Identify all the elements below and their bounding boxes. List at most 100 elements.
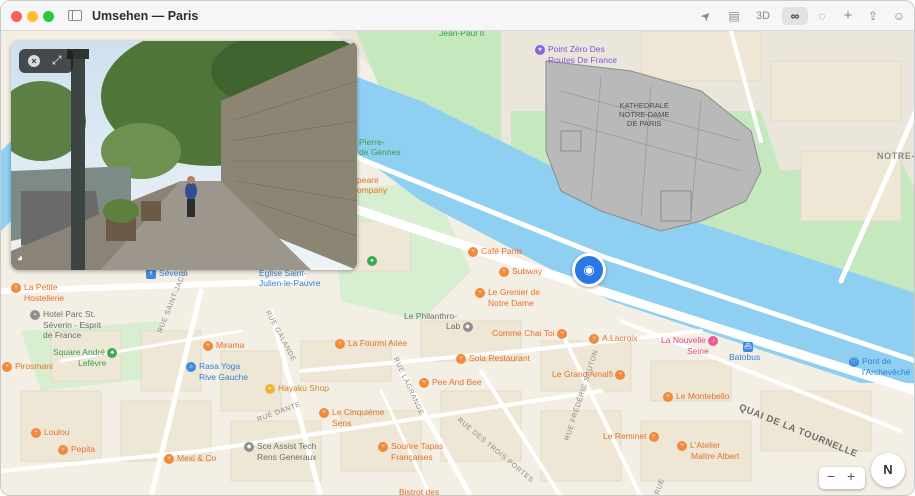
poi-grenier[interactable]: ⑂ Le Grenier de Notre Dame xyxy=(475,287,540,308)
poi-atelier[interactable]: ⑂ L'Atelier Maître Albert xyxy=(677,440,739,461)
boat-icon: ⛴ xyxy=(743,341,754,352)
poi-lacroix-label: A.Lacroix xyxy=(602,333,638,343)
poi-pepita[interactable]: ⑂ Pepita xyxy=(58,444,95,455)
poi-pierre-line2: de Gennes xyxy=(359,147,401,157)
poi-hotel-parc[interactable]: ▪ Hotel Parc St. Séverin - Esprit de Fran… xyxy=(30,309,101,340)
poi-subway[interactable]: ⑂ Subway xyxy=(499,266,542,277)
poi-grenier-line1: Le Grenier de xyxy=(488,287,540,297)
map-mode-icon[interactable]: ▤ xyxy=(726,7,742,25)
look-around-pin-icon[interactable]: ◉ xyxy=(572,253,606,287)
poi-petite-line2: Hostellerie xyxy=(24,292,65,303)
poi-nouvelle-line2: Seine xyxy=(687,345,709,356)
poi-eglise[interactable]: Église Saint- Julien-le-Pauvre xyxy=(259,268,320,288)
look-around-button[interactable]: ∞ xyxy=(782,7,808,25)
poi-pont-archeveche[interactable]: ⓘ Pont de l'Archevêché xyxy=(849,356,910,377)
zoom-out-button[interactable]: − xyxy=(827,468,835,484)
poi-cinquieme[interactable]: ⑂ Le Cinquième Sens xyxy=(319,407,384,428)
poi-cafe-panis[interactable]: ⑂ Café Panis xyxy=(468,246,523,257)
zoom-in-button[interactable]: + xyxy=(847,468,855,484)
poi-hotel-line2: Séverin - Esprit xyxy=(43,319,102,330)
poi-sourire-tapas[interactable]: ⑂ Sourire Tapas Françaises xyxy=(378,441,443,462)
poi-cathedrale[interactable]: KATHEDRALE NOTRE-DAME DE PARIS xyxy=(619,101,669,128)
park-marker[interactable]: ● xyxy=(367,255,380,266)
poi-cinquieme-line1: Le Cinquième xyxy=(332,407,385,417)
poi-philanthro[interactable]: Le Philanthro- Lab ◆ xyxy=(404,311,476,332)
expand-look-around-button[interactable]: ⤢ xyxy=(52,53,62,68)
zoom-window-button[interactable] xyxy=(43,11,54,22)
share-icon[interactable]: ⇪ xyxy=(865,7,881,25)
sidebar-toggle-icon[interactable] xyxy=(68,10,82,21)
view-3d-button[interactable]: 3D xyxy=(753,7,773,25)
close-look-around-button[interactable]: × xyxy=(28,55,40,67)
restaurant-icon: ⑂ xyxy=(475,287,485,298)
account-icon[interactable]: ☺ xyxy=(891,7,907,25)
poi-sourire-line2: Françaises xyxy=(391,451,433,462)
poi-hotel-line3: de France xyxy=(43,329,82,340)
bar-icon: ⑂ xyxy=(335,338,345,349)
directions-icon[interactable]: ➤ xyxy=(694,4,718,28)
new-tab-button[interactable]: + xyxy=(840,7,856,25)
poi-montebello-label: Le Montebello xyxy=(676,391,730,401)
poi-pee-and-bee[interactable]: ⑂ Pee And Bee xyxy=(419,377,482,388)
compass-button[interactable]: N xyxy=(871,453,905,487)
poi-bistrot[interactable]: Bistrot des xyxy=(399,487,440,496)
poi-cinquieme-line2: Sens xyxy=(332,417,352,428)
close-window-button[interactable] xyxy=(11,11,22,22)
poi-loulou-label: Loulou xyxy=(44,427,70,437)
restaurant-icon: ⑂ xyxy=(557,328,568,339)
poi-mexi-label: Mexi & Co xyxy=(177,453,217,463)
poi-pee-label: Pee And Bee xyxy=(432,377,482,387)
poi-sce-line1: Sce Assist Tech xyxy=(257,441,317,451)
poi-comme-chai-label: Comme Chai Toi xyxy=(492,328,555,338)
poi-cathedrale-line2: NOTRE-DAME xyxy=(619,110,670,119)
restaurant-icon: ⑂ xyxy=(615,369,626,380)
look-around-preview[interactable]: ◕ xyxy=(11,41,357,270)
poi-pierre-gennes[interactable]: Pierre- de Gennes xyxy=(359,137,401,157)
poi-nouvelle-line1: La Nouvelle xyxy=(661,335,706,345)
poi-grenier-line2: Notre Dame xyxy=(488,297,534,308)
bakery-icon: ⑂ xyxy=(589,333,599,344)
poi-comme-chai[interactable]: Comme Chai Toi ⑂ xyxy=(492,328,570,339)
poi-bistrot-label: Bistrot des xyxy=(399,487,440,496)
poi-mirama[interactable]: ⑂ Mirama xyxy=(203,340,244,351)
minimize-window-button[interactable] xyxy=(27,11,38,22)
restaurant-icon: ⑂ xyxy=(31,427,41,438)
poi-subway-label: Subway xyxy=(512,266,543,276)
poi-hayaku[interactable]: ▪ Hayaku Shop xyxy=(265,383,329,394)
poi-sola[interactable]: ⑂ Sola Restaurant xyxy=(456,353,530,364)
poi-rasa-yoga[interactable]: ☼ Rasa Yoga Rive Gauche xyxy=(186,361,248,382)
poi-mexi[interactable]: ⑂ Mexi & Co xyxy=(164,453,216,464)
poi-pirosmani-label: Pirosmani xyxy=(15,361,53,371)
poi-shakespeare-line2: ompany xyxy=(357,185,388,195)
poi-petite-hostellerie[interactable]: ⑂ La Petite Hostellerie xyxy=(11,282,64,303)
poi-nouvelle-seine[interactable]: La Nouvelle ♪ Seine xyxy=(661,335,721,356)
poi-fourmi[interactable]: ⑂ La Fourmi Ailée xyxy=(335,338,407,349)
poi-pirosmani[interactable]: ⑂ Pirosmani xyxy=(2,361,53,372)
poi-reminet[interactable]: Le Reminet ⑂ xyxy=(603,431,662,442)
info-icon: ⓘ xyxy=(849,356,859,367)
poi-sce-assist[interactable]: ◆ Sce Assist Tech Rens Generaux xyxy=(244,441,317,462)
poi-lacroix[interactable]: ⑂ A.Lacroix xyxy=(589,333,637,344)
poi-eglise-line2: Julien-le-Pauvre xyxy=(259,278,321,288)
tracking-icon[interactable]: ◌ xyxy=(814,7,830,25)
poi-point-zero[interactable]: ★ Point Zéro Des Routes De France xyxy=(535,44,617,65)
poi-sourire-line1: Sourire Tapas xyxy=(391,441,444,451)
restaurant-icon: ⑂ xyxy=(663,391,673,402)
poi-cathedrale-line1: KATHEDRALE xyxy=(619,101,669,110)
poi-shakespeare[interactable]: peare ompany xyxy=(357,175,387,195)
poi-square-andre[interactable]: Square André ♣ Lefèvre xyxy=(53,347,120,368)
poi-cathedrale-line3: DE PARIS xyxy=(626,119,662,128)
shop-icon: ▪ xyxy=(265,383,275,394)
restaurant-icon: ⑂ xyxy=(468,246,478,257)
restaurant-icon: ⑂ xyxy=(677,440,687,451)
poi-batobus[interactable]: ⛴ Batobus xyxy=(729,341,760,362)
office-icon: ◆ xyxy=(244,441,254,452)
poi-shakespeare-line1: peare xyxy=(357,175,379,185)
poi-montebello[interactable]: ⑂ Le Montebello xyxy=(663,391,729,402)
restaurant-icon: ⑂ xyxy=(11,282,21,293)
poi-loulou[interactable]: ⑂ Loulou xyxy=(31,427,70,438)
restaurant-icon: ⑂ xyxy=(203,340,213,351)
poi-fourmi-label: La Fourmi Ailée xyxy=(348,338,408,348)
poi-reminet-label: Le Reminet xyxy=(603,431,647,441)
restaurant-icon: ⑂ xyxy=(648,431,659,442)
